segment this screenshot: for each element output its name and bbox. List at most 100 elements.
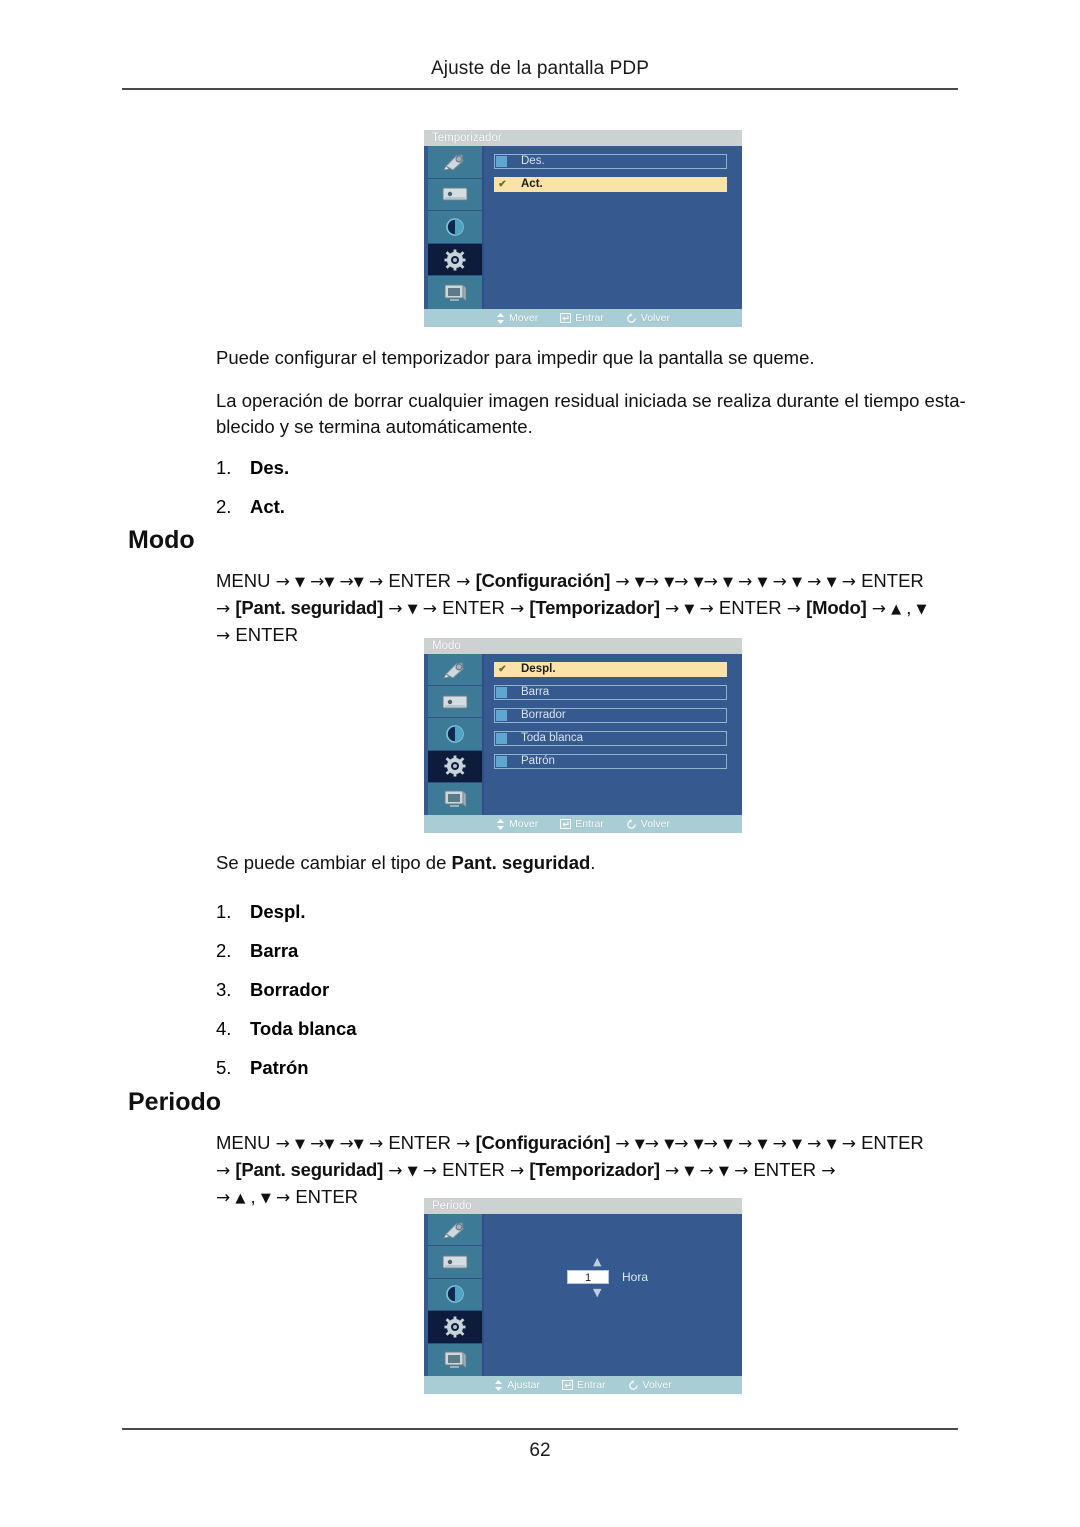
option-swatch-icon (496, 156, 507, 167)
option-row-selected[interactable]: ✔ Despl. (494, 662, 727, 677)
list-item: 4. Toda blanca (216, 1009, 357, 1048)
sidebar-icon-gear-setup[interactable] (428, 243, 482, 277)
list-number: 2. (216, 496, 232, 517)
list-number: 1. (216, 901, 232, 922)
sidebar-icon-contrast-circle[interactable] (428, 211, 482, 244)
footer-label: Ajustar (507, 1379, 540, 1391)
list-item: 5. Patrón (216, 1048, 357, 1087)
menu-path-line-2: → [Pant. seguridad] → ▼ → ENTER → [Tempo… (216, 597, 927, 619)
modo-caption: Se puede cambiar el tipo de Pant. seguri… (216, 850, 976, 876)
option-swatch-icon (496, 710, 507, 721)
list-label: Despl. (250, 901, 306, 922)
return-icon (627, 312, 636, 323)
option-label: Despl. (521, 663, 556, 675)
footer-ajustar[interactable]: Ajustar (494, 1376, 540, 1394)
list-label: Toda blanca (250, 1018, 357, 1039)
periodo-spinner: ▲ 1 Hora ▼ (567, 1256, 717, 1298)
menu-key-enter-4: ENTER (718, 597, 782, 618)
option-label: Borrador (521, 709, 566, 721)
sidebar-icon-image-frame[interactable] (428, 179, 482, 212)
menu-key-enter-5: ENTER (235, 624, 299, 645)
return-icon (627, 818, 636, 829)
menu-path-line-2: → [Pant. seguridad] → ▼ → ENTER → [Tempo… (216, 1159, 836, 1181)
list-item: 2. Barra (216, 931, 357, 970)
option-row[interactable]: Barra (494, 685, 727, 700)
menu-bracket-configuracion: [Configuración] (475, 570, 611, 591)
menu-path-line-1: MENU → ▼ →▼ →▼ → ENTER → [Configuración]… (216, 1132, 924, 1154)
footer-divider (122, 1428, 958, 1430)
footer-volver[interactable]: Volver (626, 815, 670, 833)
footer-mover[interactable]: Mover (496, 815, 538, 833)
list-label: Des. (250, 457, 290, 478)
option-row[interactable]: Des. (494, 154, 727, 169)
osd-modo: Modo ✔ Despl. Barra Borrador Toda blanca… (424, 638, 742, 833)
sidebar-icon-image-frame[interactable] (428, 686, 482, 719)
footer-label: Volver (642, 1379, 672, 1391)
osd-sidebar (428, 654, 484, 815)
spinner-unit-label: Hora (622, 1270, 649, 1284)
sidebar-icon-contrast-circle[interactable] (428, 718, 482, 751)
check-mark-icon: ✔ (498, 179, 507, 190)
picture-brush-icon (443, 662, 464, 679)
updown-arrows-icon (497, 312, 505, 324)
image-frame-icon (442, 187, 468, 201)
sidebar-icon-picture-brush[interactable] (428, 654, 482, 687)
footer-entrar[interactable]: Entrar (560, 309, 604, 327)
sidebar-icon-image-frame[interactable] (428, 1246, 482, 1279)
intro-paragraph-2-line-1: La operación de borrar cualquier imagen … (216, 390, 966, 411)
monitor-display-icon (444, 1350, 467, 1369)
sidebar-icon-contrast-circle[interactable] (428, 1279, 482, 1312)
menu-key-enter-5: ENTER (295, 1186, 359, 1207)
footer-volver[interactable]: Volver (626, 309, 670, 327)
menu-key-enter-3: ENTER (442, 1159, 505, 1180)
footer-label: Volver (640, 312, 670, 324)
monitor-display-icon (444, 789, 467, 808)
menu-key-menu: MENU (216, 1132, 271, 1153)
option-label: Barra (521, 686, 550, 698)
list-label: Act. (250, 496, 285, 517)
option-swatch-icon (496, 687, 507, 698)
footer-mover[interactable]: Mover (496, 309, 538, 327)
sidebar-icon-picture-brush[interactable] (428, 1214, 482, 1247)
osd-title-modo: Modo (424, 638, 742, 654)
picture-brush-icon (443, 154, 464, 171)
spinner-value-row: 1 Hora (567, 1270, 717, 1284)
list-item: 1. Despl. (216, 892, 357, 931)
enter-key-icon (560, 819, 572, 829)
contrast-circle-icon (446, 725, 464, 743)
sidebar-icon-gear-setup[interactable] (428, 1311, 482, 1344)
osd-sidebar (428, 146, 484, 309)
check-mark-icon: ✔ (498, 664, 507, 675)
footer-label: Mover (509, 818, 539, 830)
spinner-up-arrow-icon[interactable]: ▲ (567, 1256, 717, 1267)
sidebar-icon-monitor-display[interactable] (428, 276, 482, 309)
menu-key-enter-4: ENTER (753, 1159, 817, 1180)
option-row[interactable]: Borrador (494, 708, 727, 723)
monitor-display-icon (444, 283, 467, 302)
menu-bracket-temporizador: [Temporizador] (529, 1159, 660, 1180)
sidebar-icon-picture-brush[interactable] (428, 146, 482, 179)
option-row[interactable]: Toda blanca (494, 731, 727, 746)
list-number: 5. (216, 1057, 232, 1078)
intro-paragraph-2: La operación de borrar cualquier imagen … (216, 388, 976, 440)
footer-volver[interactable]: Volver (628, 1376, 672, 1394)
option-row-selected[interactable]: ✔ Act. (494, 177, 727, 192)
sidebar-icon-gear-setup[interactable] (428, 750, 482, 783)
osd-title-periodo: Periodo (424, 1198, 742, 1214)
footer-entrar[interactable]: Entrar (561, 1376, 606, 1394)
list-label: Borrador (250, 979, 330, 1000)
modo-caption-prefix: Se puede cambiar el tipo de (216, 852, 452, 873)
menu-bracket-configuracion: [Configuración] (475, 1132, 611, 1153)
spinner-value[interactable]: 1 (567, 1270, 609, 1284)
footer-entrar[interactable]: Entrar (560, 815, 604, 833)
sidebar-icon-monitor-display[interactable] (428, 1344, 482, 1376)
gear-setup-icon (444, 1316, 466, 1338)
intro-paragraph-2-line-2: blecido y se termina automáticamente. (216, 416, 533, 437)
sidebar-icon-monitor-display[interactable] (428, 783, 482, 815)
option-row[interactable]: Patrón (494, 754, 727, 769)
spinner-down-arrow-icon[interactable]: ▼ (567, 1287, 717, 1298)
osd-title-temporizador: Temporizador (424, 130, 742, 146)
footer-label: Entrar (575, 312, 604, 324)
section-heading-modo: Modo (128, 526, 195, 554)
footer-label: Volver (640, 818, 670, 830)
